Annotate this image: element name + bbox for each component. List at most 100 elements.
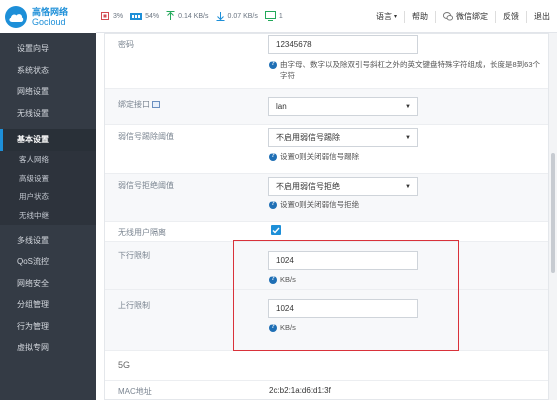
mac-value: 2c:b2:1a:d6:d1:3f (269, 386, 331, 395)
weak-reject-help: ? 设置0则关闭弱信号拒绝 (269, 199, 544, 210)
sidebar-item-system-status[interactable]: 系统状态 (0, 60, 96, 82)
isolation-label: 无线用户隔离 (118, 228, 166, 237)
weak-reject-label: 弱信号拒绝阈值 (118, 181, 174, 190)
memory-stat: 54% (130, 12, 159, 21)
bind-interface-select[interactable]: lan ▼ (268, 97, 418, 116)
sidebar-item-network-security[interactable]: 网络安全 (0, 273, 96, 295)
password-help-text: 由字母、数字以及除双引号斜杠之外的英文键盘特殊字符组成，长度是8到63个字符 (280, 60, 541, 80)
sidebar-item-label: 高级设置 (19, 173, 49, 183)
sidebar-item-qos[interactable]: QoS流控 (0, 251, 96, 273)
cpu-value: 3% (113, 12, 124, 20)
online-users-stat: 1 (264, 11, 283, 21)
sidebar-item-label: 无线设置 (17, 108, 49, 118)
weak-reject-select[interactable]: 不启用弱信号拒绝 ▼ (268, 177, 418, 196)
sidebar-subitem-advanced-settings[interactable]: 高级设置 (0, 169, 96, 188)
info-icon (152, 101, 160, 108)
sidebar-item-behavior-management[interactable]: 行为管理 (0, 316, 96, 338)
online-users-value: 1 (278, 12, 283, 20)
sidebar-item-vpn[interactable]: 虚拟专网 (0, 337, 96, 359)
weak-kick-row: 弱信号踢除阈值 不启用弱信号踢除 ▼ ? 设置0则关闭弱信号踢除 (105, 125, 548, 174)
section-5g-row: 5G (105, 351, 548, 381)
feedback-label: 反馈 (503, 12, 519, 21)
weak-kick-select[interactable]: 不启用弱信号踢除 ▼ (268, 128, 418, 147)
upload-value: 0.14 KB/s (178, 12, 209, 20)
question-icon: ? (269, 200, 277, 209)
sidebar-item-multi-wan[interactable]: 多线设置 (0, 230, 96, 252)
language-menu[interactable]: 语言 ▾ (369, 11, 404, 23)
bind-interface-label-wrap: 绑定接口 (118, 99, 160, 110)
section-5g-title: 5G (118, 360, 131, 370)
scrollbar-thumb[interactable] (551, 153, 555, 273)
chevron-down-icon: ▼ (405, 103, 411, 110)
memory-icon (130, 12, 143, 20)
download-stat: 0.07 KB/s (216, 11, 258, 21)
mac-label: MAC地址 (118, 387, 152, 396)
language-label: 语言 (375, 12, 392, 21)
weak-reject-help-text: 设置0则关闭弱信号拒绝 (280, 200, 360, 209)
bind-interface-label: 绑定接口 (118, 100, 150, 109)
sidebar-item-label: 系统状态 (17, 65, 49, 75)
down-limit-label: 下行限制 (118, 251, 150, 260)
sidebar-item-network-settings[interactable]: 网络设置 (0, 81, 96, 103)
top-bar: 高恪网络 Gocloud 3% 54% 0.14 KB/s 0.07 KB/s … (0, 0, 557, 33)
weak-kick-help-text: 设置0则关闭弱信号踢除 (280, 152, 360, 161)
sidebar-item-label: 用户状态 (19, 192, 49, 202)
sidebar-item-label: 无线中继 (19, 210, 49, 220)
sidebar-item-label: 客人网络 (19, 155, 49, 165)
content-scrollbar[interactable] (549, 33, 557, 400)
question-icon: ? (269, 152, 277, 161)
top-nav: 语言 ▾ 帮助 微信绑定 反馈 退出 (369, 0, 557, 33)
wechat-icon (443, 12, 453, 21)
sidebar-item-setup-wizard[interactable]: 设置向导 (0, 38, 96, 60)
password-help: ? 由字母、数字以及除双引号斜杠之外的英文键盘特殊字符组成，长度是8到63个字符 (269, 59, 544, 81)
highlight-box (233, 240, 459, 351)
password-label: 密码 (118, 40, 134, 49)
chevron-down-icon: ▾ (393, 14, 397, 20)
help-link[interactable]: 帮助 (404, 10, 435, 23)
bind-interface-value: lan (276, 102, 287, 111)
feedback-link[interactable]: 反馈 (495, 10, 526, 23)
isolation-row: 无线用户隔离 (105, 222, 548, 242)
isolation-checkbox[interactable] (271, 225, 281, 235)
cloud-logo-icon (5, 5, 27, 28)
sidebar-subitem-guest-network[interactable]: 客人网络 (0, 150, 96, 169)
sidebar-item-label: 网络设置 (17, 87, 49, 97)
download-arrow-icon (216, 12, 224, 21)
weak-kick-value: 不启用弱信号踢除 (276, 133, 340, 142)
checkmark-icon (272, 227, 280, 234)
mac-row: MAC地址 2c:b2:1a:d6:d1:3f (105, 381, 548, 399)
sidebar-item-wireless-settings[interactable]: 无线设置 (0, 103, 96, 125)
wechat-bind-link[interactable]: 微信绑定 (435, 10, 495, 23)
weak-reject-row: 弱信号拒绝阈值 不启用弱信号拒绝 ▼ ? 设置0则关闭弱信号拒绝 (105, 174, 548, 222)
password-field[interactable]: 12345678 (268, 35, 418, 54)
upload-stat: 0.14 KB/s (166, 11, 209, 21)
logout-label: 退出 (534, 12, 550, 21)
brand-logo[interactable]: 高恪网络 Gocloud (0, 0, 96, 33)
sidebar-item-label: 设置向导 (17, 44, 49, 54)
sidebar-item-label: 虚拟专网 (17, 343, 49, 353)
weak-kick-label: 弱信号踢除阈值 (118, 132, 174, 141)
chevron-down-icon: ▼ (405, 183, 411, 190)
question-icon: ? (269, 60, 277, 69)
sidebar-subitem-user-status[interactable]: 用户状态 (0, 187, 96, 206)
sidebar-item-label: 基本设置 (17, 135, 49, 145)
sidebar: 设置向导 系统状态 网络设置 无线设置 基本设置 客人网络 高级设置 用户状态 … (0, 33, 96, 400)
memory-value: 54% (145, 12, 160, 20)
brand-name-cn: 高恪网络 (32, 6, 69, 17)
download-value: 0.07 KB/s (227, 12, 258, 20)
chevron-down-icon: ▼ (405, 134, 411, 141)
wechat-bind-label: 微信绑定 (456, 12, 488, 21)
sidebar-item-label: 多线设置 (17, 235, 49, 245)
sidebar-item-basic-settings[interactable]: 基本设置 (0, 129, 96, 151)
logout-link[interactable]: 退出 (526, 10, 557, 23)
settings-form: 密码 12345678 ? 由字母、数字以及除双引号斜杠之外的英文键盘特殊字符组… (104, 33, 549, 400)
up-limit-label: 上行限制 (118, 301, 150, 310)
bind-interface-row: 绑定接口 lan ▼ (105, 89, 548, 125)
brand-name-en: Gocloud (32, 16, 66, 27)
sidebar-item-label: 行为管理 (17, 321, 49, 331)
status-stats: 3% 54% 0.14 KB/s 0.07 KB/s 1 (100, 9, 290, 23)
weak-kick-help: ? 设置0则关闭弱信号踢除 (269, 151, 544, 162)
sidebar-subitem-wireless-relay[interactable]: 无线中继 (0, 206, 96, 225)
cpu-icon (101, 12, 109, 20)
sidebar-item-group-management[interactable]: 分组管理 (0, 294, 96, 316)
